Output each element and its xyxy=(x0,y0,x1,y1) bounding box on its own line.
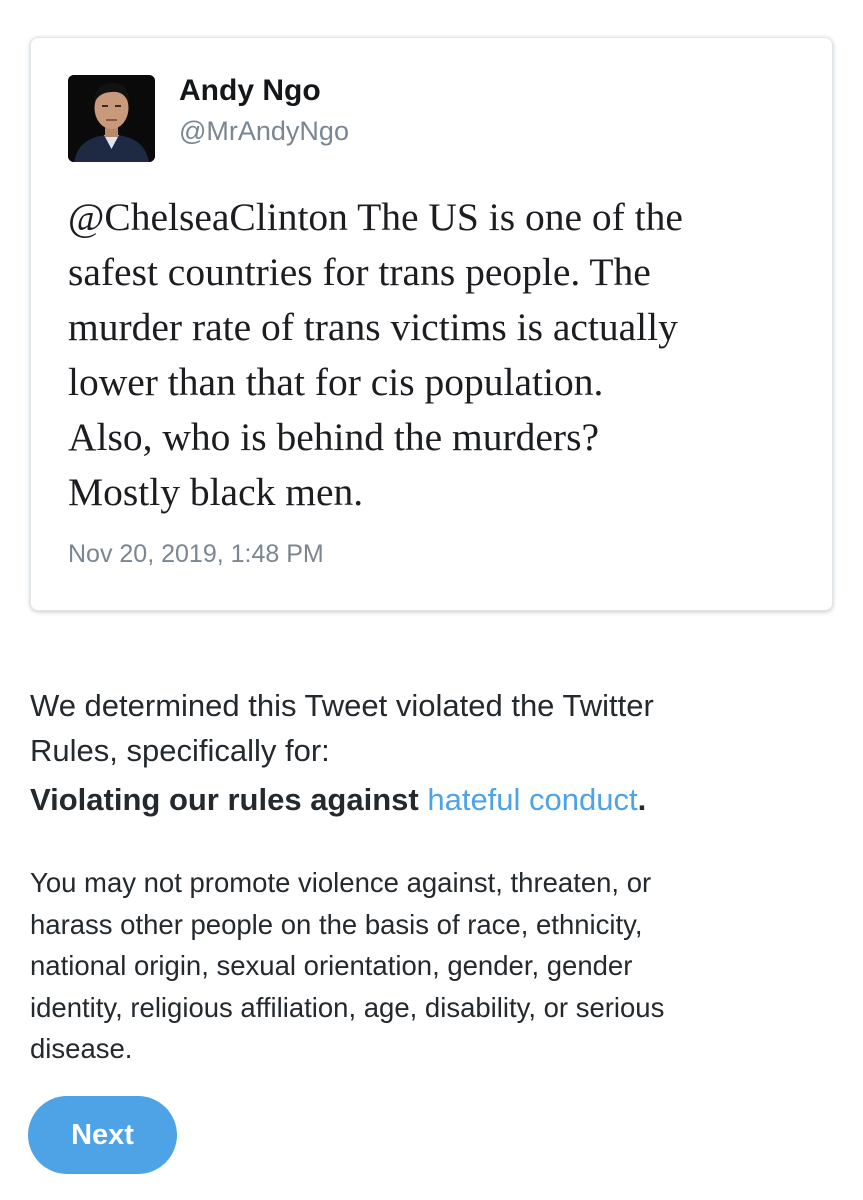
violation-prefix: Violating our rules against xyxy=(30,782,428,817)
violation-suffix: . xyxy=(637,782,647,817)
profile-photo-icon xyxy=(68,75,155,162)
rule-explanation: You may not promote violence against, th… xyxy=(30,867,665,1064)
tweet-text: @ChelseaClinton The US is one of the saf… xyxy=(68,195,683,514)
violation-notice: We determined this Tweet violated the Tw… xyxy=(30,683,830,773)
hateful-conduct-link[interactable]: hateful conduct xyxy=(427,782,637,817)
violation-reason: Violating our rules against hateful cond… xyxy=(30,782,646,818)
notice-line-1: We determined this Tweet violated the Tw… xyxy=(30,688,654,723)
author-handle[interactable]: @MrAndyNgo xyxy=(179,116,349,147)
next-button[interactable]: Next xyxy=(28,1096,177,1174)
tweet-timestamp: Nov 20, 2019, 1:48 PM xyxy=(68,540,324,568)
notice-line-2: Rules, specifically for: xyxy=(30,733,330,768)
avatar[interactable] xyxy=(68,75,155,162)
author-name[interactable]: Andy Ngo xyxy=(179,74,321,108)
tweet-card: Andy Ngo @MrAndyNgo @ChelseaClinton The … xyxy=(30,37,833,611)
